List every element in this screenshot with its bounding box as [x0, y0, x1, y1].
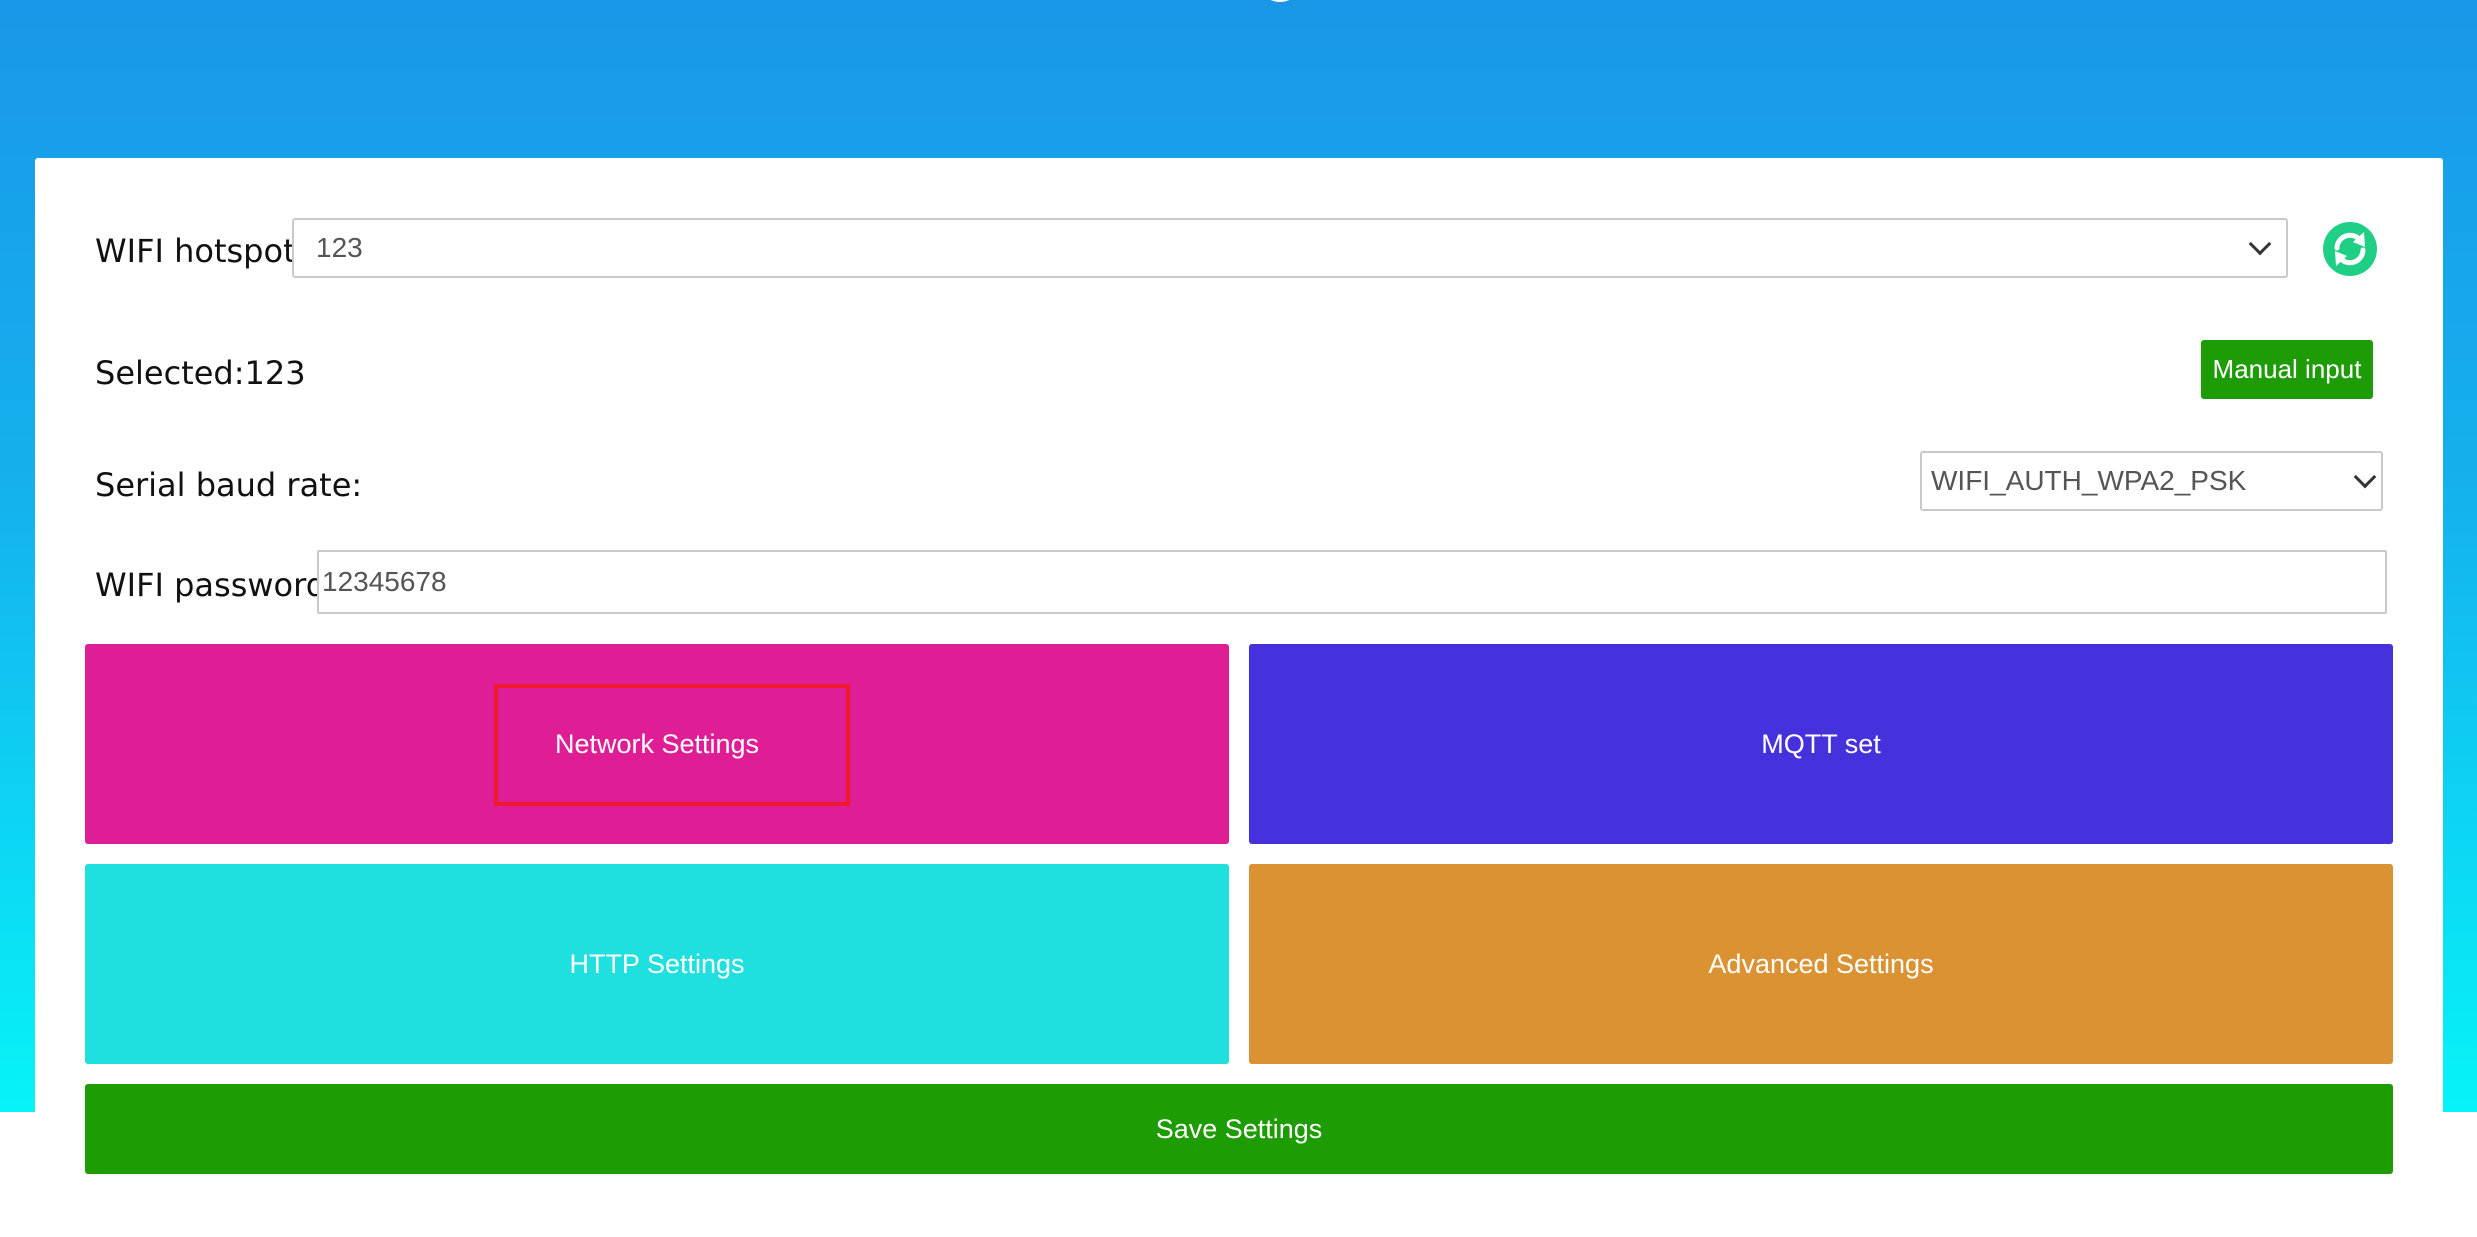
http-settings-button[interactable]: HTTP Settings: [85, 864, 1229, 1064]
wifi-hotspot-value: 123: [316, 232, 363, 263]
manual-input-button[interactable]: Manual input: [2201, 340, 2373, 399]
serial-baud-rate-value: WIFI_AUTH_WPA2_PSK: [1931, 465, 2247, 496]
save-settings-button[interactable]: Save Settings: [85, 1084, 2393, 1174]
chevron-down-icon: [2353, 465, 2377, 489]
mqtt-settings-label: MQTT set: [1761, 728, 1881, 759]
http-settings-label: HTTP Settings: [569, 948, 745, 979]
refresh-icon[interactable]: [2323, 222, 2377, 276]
wifi-hotspot-label: WIFI hotspot:: [95, 232, 307, 270]
wifi-password-label: WIFI password:: [95, 566, 337, 604]
serial-baud-rate-select[interactable]: WIFI_AUTH_WPA2_PSK: [1920, 451, 2383, 511]
save-settings-label: Save Settings: [1155, 1113, 1323, 1144]
wifi-hotspot-select[interactable]: 123: [292, 218, 2288, 278]
serial-baud-rate-label: Serial baud rate:: [95, 466, 363, 504]
wifi-password-input[interactable]: [317, 550, 2387, 614]
selected-hotspot-text: Selected:123: [95, 354, 306, 392]
chevron-down-icon: [2248, 232, 2272, 256]
advanced-settings-label: Advanced Settings: [1708, 948, 1934, 979]
highlight-box: [494, 684, 850, 806]
mqtt-settings-button[interactable]: MQTT set: [1249, 644, 2393, 844]
advanced-settings-button[interactable]: Advanced Settings: [1249, 864, 2393, 1064]
